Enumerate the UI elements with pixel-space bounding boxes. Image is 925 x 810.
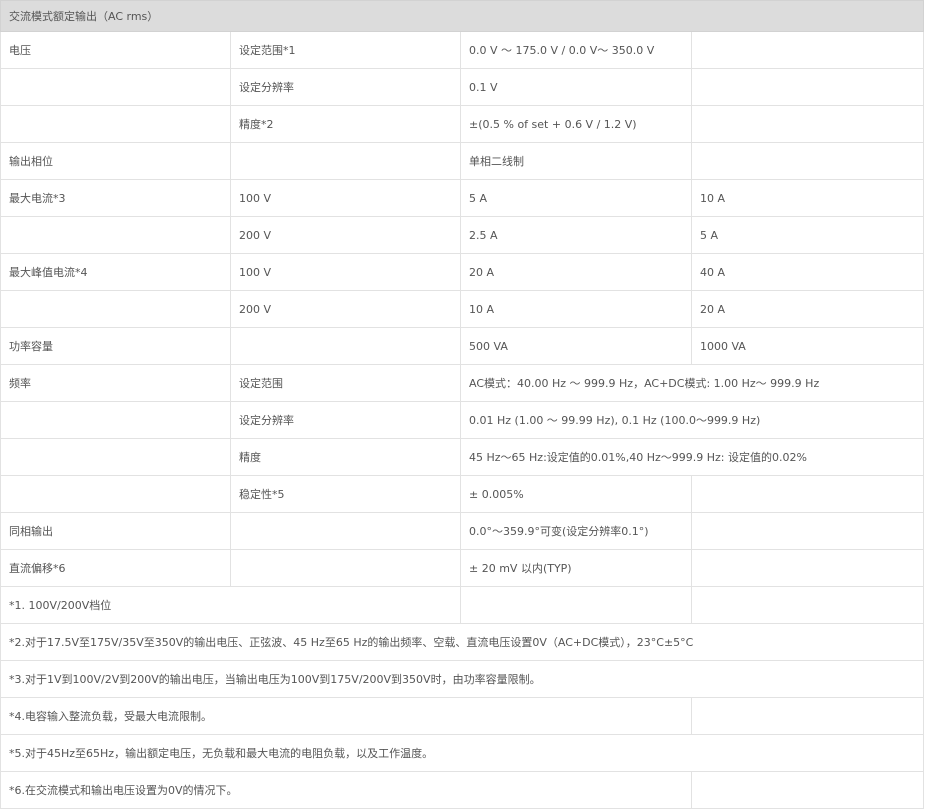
table-row: 直流偏移*6 ± 20 mV 以内(TYP) (0, 549, 925, 587)
empty-cell (690, 586, 925, 624)
table-cell: 功率容量 (0, 327, 231, 365)
table-row: 精度 45 Hz～65 Hz:设定值的0.01%,40 Hz～999.9 Hz: … (0, 438, 925, 476)
table-cell (690, 105, 925, 143)
table-cell (0, 438, 231, 476)
table-cell: 最大电流*3 (0, 179, 231, 217)
table-cell (690, 512, 925, 550)
table-cell (230, 512, 461, 550)
table-cell: 设定范围*1 (230, 31, 461, 69)
table-cell: ±(0.5 % of set + 0.6 V / 1.2 V) (460, 105, 692, 143)
table-row: 电压 设定范围*1 0.0 V ～ 175.0 V / 0.0 V～ 350.0 V (0, 31, 925, 69)
table-cell (0, 68, 231, 106)
footnote: *1. 100V/200V档位 (0, 586, 461, 624)
footnote: *2.对于17.5V至175V/35V至350V的输出电压、正弦波、45 Hz至… (0, 623, 925, 661)
table-cell (690, 142, 925, 180)
table-cell: 2.5 A (460, 216, 692, 254)
footnote-row: *5.对于45Hz至65Hz，输出额定电压，无负载和最大电流的电阻负载，以及工作… (0, 734, 925, 772)
table-row: 200 V 10 A 20 A (0, 290, 925, 328)
table-cell: 0.0°～359.9°可变(设定分辨率0.1°) (460, 512, 692, 550)
table-title: 交流模式额定输出（AC rms） (0, 0, 925, 32)
table-cell: 5 A (690, 216, 925, 254)
table-cell: 10 A (690, 179, 925, 217)
table-cell: 100 V (230, 253, 461, 291)
table-row: 200 V 2.5 A5 A (0, 216, 925, 254)
table-cell: 0.0 V ～ 175.0 V / 0.0 V～ 350.0 V (460, 31, 692, 69)
table-cell (0, 475, 231, 513)
table-cell: 45 Hz～65 Hz:设定值的0.01%,40 Hz～999.9 Hz: 设定… (459, 438, 925, 476)
table-row: 频率 设定范围 AC模式：40.00 Hz ～ 999.9 Hz，AC+DC模式: … (0, 364, 925, 402)
table-cell (0, 105, 231, 143)
table-cell: 设定分辨率 (230, 68, 461, 106)
table-cell: 40 A (690, 253, 925, 291)
table-cell: 100 V (230, 179, 461, 217)
footnote: *4.电容输入整流负载，受最大电流限制。 (0, 697, 692, 735)
empty-cell (690, 697, 925, 735)
empty-cell (460, 586, 692, 624)
table-cell (0, 401, 231, 439)
footnote-row: *1. 100V/200V档位 (0, 586, 925, 624)
table-cell: 200 V (230, 216, 461, 254)
table-cell: AC模式：40.00 Hz ～ 999.9 Hz，AC+DC模式: 1.00 H… (459, 364, 925, 402)
footnote-row: *4.电容输入整流负载，受最大电流限制。 (0, 697, 925, 735)
table-cell: 精度 (230, 438, 461, 476)
table-header-row: 交流模式额定输出（AC rms） (0, 0, 925, 32)
table-cell: 200 V (230, 290, 461, 328)
table-cell: 500 VA (460, 327, 692, 365)
table-cell: 电压 (0, 31, 231, 69)
table-cell (0, 290, 231, 328)
table-row: 同相输出 0.0°～359.9°可变(设定分辨率0.1°) (0, 512, 925, 550)
table-cell (230, 327, 461, 365)
footnote: *6.在交流模式和输出电压设置为0V的情况下。 (0, 771, 692, 809)
footnote-row: *6.在交流模式和输出电压设置为0V的情况下。 (0, 771, 925, 809)
table-cell (690, 549, 925, 587)
table-cell: 直流偏移*6 (0, 549, 231, 587)
table-cell: 输出相位 (0, 142, 231, 180)
table-cell: 0.1 V (460, 68, 692, 106)
footnote-row: *3.对于1V到100V/2V到200V的输出电压，当输出电压为100V到175… (0, 660, 925, 698)
table-cell: 稳定性*5 (230, 475, 461, 513)
table-cell: 20 A (690, 290, 925, 328)
table-cell: 同相输出 (0, 512, 231, 550)
table-cell: 频率 (0, 364, 231, 402)
footnote-row: *2.对于17.5V至175V/35V至350V的输出电压、正弦波、45 Hz至… (0, 623, 925, 661)
table-row: 精度*2 ±(0.5 % of set + 0.6 V / 1.2 V) (0, 105, 925, 143)
table-row: 稳定性*5 ± 0.005% (0, 475, 925, 513)
table-cell: ± 20 mV 以内(TYP) (460, 549, 692, 587)
table-cell: 单相二线制 (460, 142, 692, 180)
table-row: 最大峰值电流*4 100 V 20 A 40 A (0, 253, 925, 291)
table-cell (230, 549, 461, 587)
table-cell (690, 31, 925, 69)
table-cell: 精度*2 (230, 105, 461, 143)
table-row: 输出相位 单相二线制 (0, 142, 925, 180)
table-row: 设定分辨率 0.1 V (0, 68, 925, 106)
table-cell (230, 142, 461, 180)
table-row: 最大电流*3 100 V5 A 10 A (0, 179, 925, 217)
table-cell: 最大峰值电流*4 (0, 253, 231, 291)
spec-table-body: 交流模式额定输出（AC rms） 电压 设定范围*1 0.0 V ～ 175.0 V… (0, 0, 925, 809)
table-row: 功率容量 500 VA 1000 VA (0, 327, 925, 365)
table-cell: 20 A (460, 253, 692, 291)
table-cell: 设定范围 (230, 364, 461, 402)
table-cell (0, 216, 231, 254)
table-cell (690, 68, 925, 106)
spec-table: 交流模式额定输出（AC rms） 电压 设定范围*1 0.0 V ～ 175.0 V… (0, 0, 925, 809)
table-cell: 1000 VA (690, 327, 925, 365)
footnote: *5.对于45Hz至65Hz，输出额定电压，无负载和最大电流的电阻负载，以及工作… (0, 734, 925, 772)
table-cell: ± 0.005% (460, 475, 692, 513)
table-cell: 5 A (460, 179, 692, 217)
empty-cell (690, 771, 925, 809)
footnote: *3.对于1V到100V/2V到200V的输出电压，当输出电压为100V到175… (0, 660, 925, 698)
table-cell: 0.01 Hz (1.00 ～ 99.99 Hz), 0.1 Hz (100.0… (459, 401, 925, 439)
table-cell: 10 A (460, 290, 692, 328)
table-row: 设定分辨率 0.01 Hz (1.00 ～ 99.99 Hz), 0.1 Hz (… (0, 401, 925, 439)
table-cell: 设定分辨率 (230, 401, 461, 439)
table-cell (690, 475, 925, 513)
